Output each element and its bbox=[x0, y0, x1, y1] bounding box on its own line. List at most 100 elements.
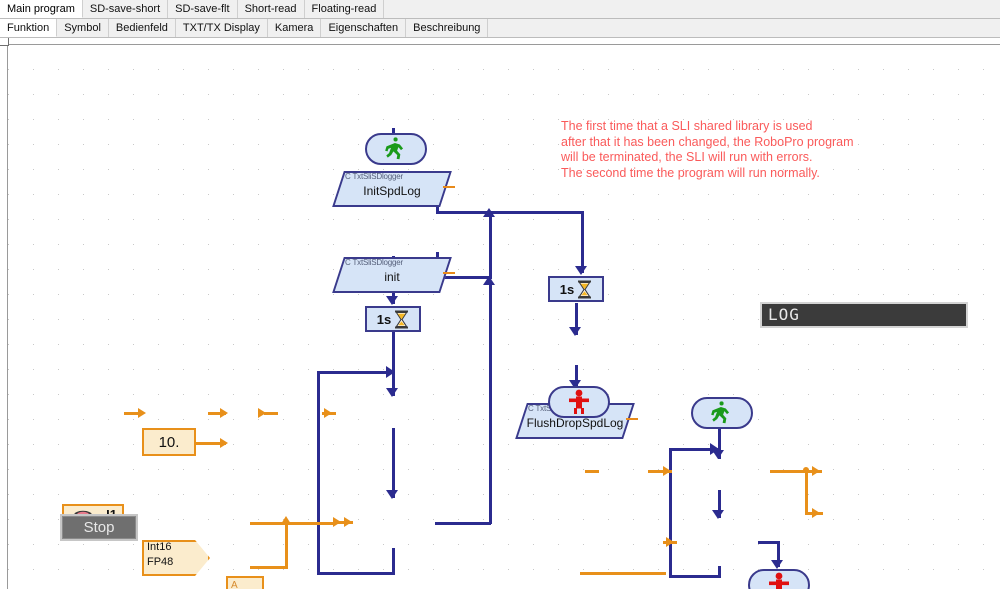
log-display-text: LOG bbox=[768, 305, 800, 324]
arrow-right bbox=[710, 443, 719, 455]
wire-to-timer-right bbox=[581, 211, 584, 273]
wire-bottom-to-decision-right bbox=[580, 572, 666, 575]
tab-label: TXT/TX Display bbox=[183, 22, 260, 34]
tab-floating-read[interactable]: Floating-read bbox=[305, 0, 385, 18]
library-name: C TxtSliSDlogger bbox=[345, 258, 449, 267]
tab-funktion[interactable]: Funktion bbox=[0, 19, 57, 37]
output-stub bbox=[443, 272, 455, 274]
wire-branch-initspdlog-h bbox=[436, 211, 584, 214]
tab-bedienfeld[interactable]: Bedienfeld bbox=[109, 19, 176, 37]
tab-label: Beschreibung bbox=[413, 22, 480, 34]
canvas-left-margin bbox=[0, 38, 8, 589]
wire-decision-no-to-timer bbox=[317, 371, 395, 374]
wire-join bbox=[580, 572, 582, 575]
tab-label: Funktion bbox=[7, 22, 49, 34]
divide-operator-block[interactable]: A B bbox=[226, 576, 264, 589]
divide-port-a: A bbox=[231, 580, 238, 589]
arrow-down bbox=[575, 266, 587, 275]
wire-right-loop-bottom bbox=[669, 575, 721, 578]
arrow-right-orange bbox=[258, 408, 266, 418]
arrow-right-orange bbox=[666, 537, 674, 547]
tab-label: Main program bbox=[7, 3, 75, 15]
wire-loop-return-lower bbox=[489, 284, 492, 524]
wire-display-branch-vertical bbox=[805, 470, 808, 514]
tab-label: Bedienfeld bbox=[116, 22, 168, 34]
constant-value-block[interactable]: 10. bbox=[142, 428, 196, 456]
annotation-text: The first time that a SLI shared library… bbox=[561, 119, 854, 181]
wire-stop-abc-vertical bbox=[285, 522, 288, 568]
start-block-main[interactable] bbox=[365, 133, 427, 165]
wire-stop-abc-to-vertical bbox=[250, 566, 288, 569]
arrow-down bbox=[712, 510, 724, 519]
wire-timer-to-subprogram bbox=[392, 332, 395, 396]
arrow-right-orange bbox=[333, 517, 341, 527]
tab-label: Kamera bbox=[275, 22, 314, 34]
constant-value: 10. bbox=[159, 434, 180, 451]
arrow-right-orange bbox=[138, 408, 146, 418]
converter-input-type: Int16 bbox=[147, 541, 171, 553]
hourglass-icon bbox=[577, 280, 592, 299]
view-tab-bar: Funktion Symbol Bedienfeld TXT/TX Displa… bbox=[0, 19, 1000, 38]
arrow-right-orange bbox=[812, 466, 820, 476]
green-runner-start-icon bbox=[383, 136, 409, 162]
arrow-right-orange bbox=[344, 517, 352, 527]
hourglass-icon bbox=[394, 310, 409, 329]
wire-decision-no-left bbox=[317, 572, 395, 575]
tab-sd-save-flt[interactable]: SD-save-flt bbox=[168, 0, 237, 18]
arrow-right-orange bbox=[324, 408, 332, 418]
converter-output-type: FP48 bbox=[147, 556, 173, 568]
red-figure-stop-icon bbox=[567, 389, 591, 415]
tab-txt-tx-display[interactable]: TXT/TX Display bbox=[176, 19, 268, 37]
tab-sd-save-short[interactable]: SD-save-short bbox=[83, 0, 168, 18]
timer-value: 1s bbox=[377, 312, 391, 327]
red-figure-stop-icon bbox=[767, 572, 791, 589]
library-name: C TxtSliSDlogger bbox=[345, 172, 449, 181]
tab-symbol[interactable]: Symbol bbox=[57, 19, 109, 37]
green-runner-start-icon bbox=[709, 400, 735, 426]
wait-timer-right[interactable]: 1s bbox=[548, 276, 604, 302]
wire-log-right-input bbox=[585, 470, 599, 473]
document-tab-bar: Main program SD-save-short SD-save-flt S… bbox=[0, 0, 1000, 19]
flowchart-canvas[interactable]: The first time that a SLI shared library… bbox=[0, 38, 1000, 589]
wait-timer-left[interactable]: 1s bbox=[365, 306, 421, 332]
canvas-corner bbox=[0, 38, 9, 46]
wire-subprogram-to-decision bbox=[392, 428, 395, 498]
tab-label: SD-save-flt bbox=[175, 3, 229, 15]
tab-label: SD-save-short bbox=[90, 3, 160, 15]
tab-eigenschaften[interactable]: Eigenschaften bbox=[321, 19, 406, 37]
tab-label: Symbol bbox=[64, 22, 101, 34]
arrow-right-orange bbox=[812, 508, 820, 518]
canvas-top-margin bbox=[0, 38, 1000, 45]
arrow-down bbox=[569, 327, 581, 336]
function-name: FlushDropSpdLog bbox=[521, 416, 629, 430]
arrow-right-orange bbox=[663, 466, 671, 476]
wire-decision-yes-to-loop bbox=[435, 522, 491, 525]
library-call-init[interactable]: C TxtSliSDlogger init bbox=[338, 257, 446, 293]
arrow-down bbox=[386, 490, 398, 499]
arrow-down bbox=[771, 560, 783, 569]
start-block-right[interactable] bbox=[691, 397, 753, 429]
arrow-up-orange bbox=[281, 516, 291, 524]
wire-decision-right-no bbox=[718, 566, 721, 578]
arrow-right-orange bbox=[220, 438, 228, 448]
arrow-up bbox=[483, 208, 495, 217]
tab-short-read[interactable]: Short-read bbox=[238, 0, 305, 18]
function-name: init bbox=[338, 270, 446, 284]
wire-decision-no-down bbox=[392, 548, 395, 574]
library-call-initspdlog[interactable]: C TxtSliSDlogger InitSpdLog bbox=[338, 171, 446, 207]
tab-label: Floating-read bbox=[312, 3, 377, 15]
arrow-down bbox=[386, 388, 398, 397]
tab-kamera[interactable]: Kamera bbox=[268, 19, 322, 37]
end-block-right[interactable] bbox=[548, 386, 610, 418]
tab-label: Eigenschaften bbox=[328, 22, 398, 34]
arrow-down bbox=[386, 296, 398, 305]
wire-stop-ok-to-decision bbox=[250, 522, 334, 525]
output-stub bbox=[626, 418, 638, 420]
wire-decision-no-up bbox=[317, 371, 320, 574]
type-converter-block[interactable]: Int16 FP48 bbox=[142, 540, 210, 576]
tab-main-program[interactable]: Main program bbox=[0, 0, 83, 18]
end-block-bottom-right[interactable] bbox=[748, 569, 810, 589]
stop-button-panel[interactable]: Stop bbox=[60, 514, 138, 541]
tab-beschreibung[interactable]: Beschreibung bbox=[406, 19, 488, 37]
log-text-display: LOG bbox=[760, 302, 968, 328]
